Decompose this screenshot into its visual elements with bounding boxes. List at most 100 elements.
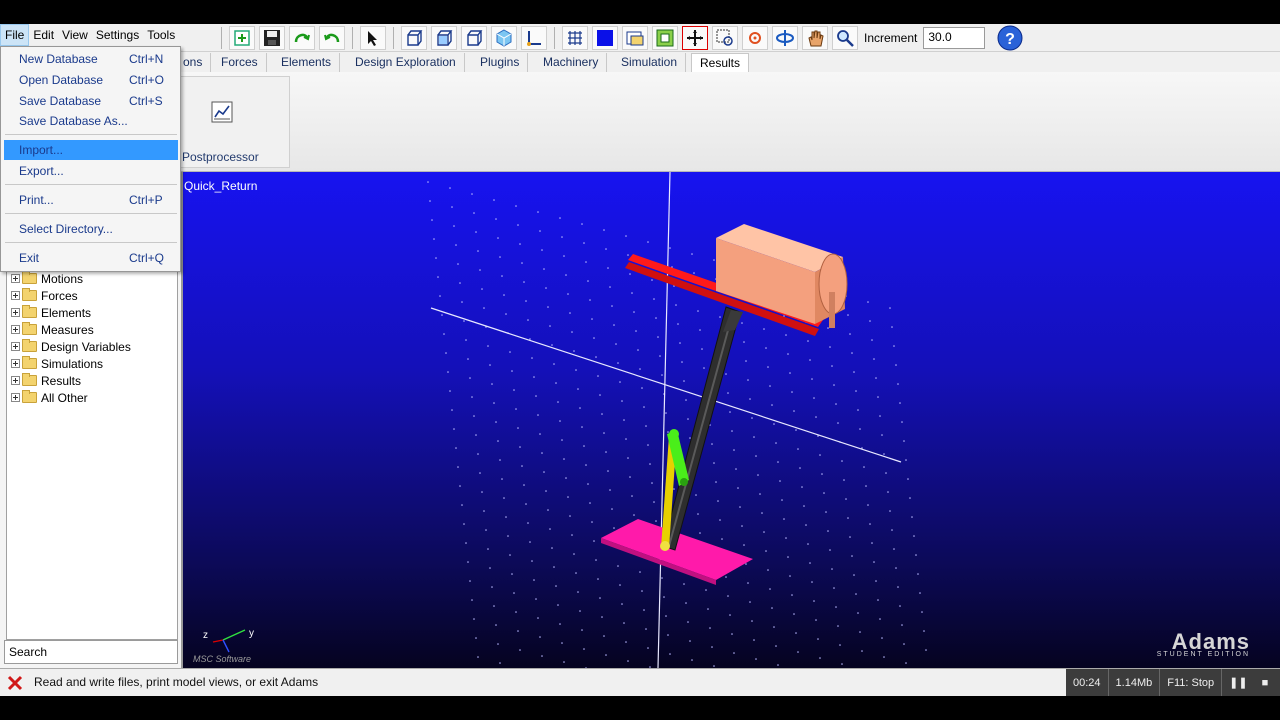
menu-tools[interactable]: Tools [143,24,179,46]
search-input[interactable]: Search [4,640,178,664]
menu-edit[interactable]: Edit [29,24,58,46]
tab-machinery[interactable]: Machinery [535,53,608,72]
ribbon-tabs: ons Forces Elements Design Exploration P… [0,52,1280,72]
expand-icon[interactable] [11,393,20,402]
grid-dot [743,544,745,546]
tab-plugins[interactable]: Plugins [472,53,529,72]
menu-item-print[interactable]: Print... Ctrl+P [4,190,178,210]
stop-icon[interactable]: ■ [1255,669,1276,697]
grid-dot [489,567,491,569]
postprocessor-chart-icon[interactable] [211,101,233,123]
grid-dot [869,523,871,525]
grid-dot [515,205,517,207]
menu-settings[interactable]: Settings [92,24,143,46]
expand-icon[interactable] [11,359,20,368]
tab-elements[interactable]: Elements [273,53,341,72]
grid-dot [499,459,501,461]
pause-icon[interactable]: ❚❚ [1222,669,1254,697]
tree-item-all-other[interactable]: All Other [11,389,88,406]
increment-field[interactable]: 30.0 [923,27,986,49]
view-right-icon[interactable] [431,26,457,50]
view-top-icon[interactable] [461,26,487,50]
expand-icon[interactable] [11,274,20,283]
pan-hand-icon[interactable] [802,26,828,50]
postprocessor-group[interactable]: Postprocessor [180,76,290,168]
grid-dot [651,482,653,484]
grid-dot [483,510,485,512]
crank-pin[interactable] [680,478,688,486]
expand-icon[interactable] [11,342,20,351]
menu-item-select-directory[interactable]: Select Directory... [4,219,178,239]
menu-view[interactable]: View [58,24,92,46]
zoom-icon[interactable] [832,26,858,50]
tree-item-measures[interactable]: Measures [11,321,94,338]
target-icon[interactable] [742,26,768,50]
grid-dot [617,362,619,364]
tree-item-elements[interactable]: Elements [11,304,91,321]
grid-dot [885,472,887,474]
expand-icon[interactable] [11,325,20,334]
expand-icon[interactable] [11,291,20,300]
expand-icon[interactable] [11,308,20,317]
toolbar-separator [393,27,394,49]
zoom-box-icon[interactable] [682,26,708,50]
render-mode-icon[interactable] [592,26,618,50]
menu-item-open-database[interactable]: Open Database Ctrl+O [4,70,178,90]
tab-results[interactable]: Results [691,53,750,72]
crank-pivot-top[interactable] [669,429,679,439]
save-icon[interactable] [259,26,285,50]
select-arrow-icon[interactable] [360,26,386,50]
tree-item-results[interactable]: Results [11,372,81,389]
menu-item-import[interactable]: Import... [4,140,178,160]
center-icon[interactable] [712,26,738,50]
tree-item-label: Design Variables [41,339,131,354]
grid-dot [575,369,577,371]
tree-item-simulations[interactable]: Simulations [11,355,103,372]
menu-item-exit[interactable]: Exit Ctrl+Q [4,248,178,268]
tab-design-exploration[interactable]: Design Exploration [347,53,465,72]
grid-dot [565,274,567,276]
grid-dot [471,396,473,398]
view-iso-icon[interactable] [491,26,517,50]
tree-item-motions[interactable]: Motions [11,270,83,287]
undo-icon[interactable] [319,26,345,50]
menu-item-save-database[interactable]: Save Database Ctrl+S [4,91,178,111]
grid-dot [877,599,879,601]
fit-icon[interactable] [652,26,678,50]
tab-forces[interactable]: Forces [213,53,267,72]
grid-dot [895,567,897,569]
3d-viewport[interactable]: z y Quick_Return MSC Software Adams STUD… [183,172,1280,668]
grid-icon[interactable] [562,26,588,50]
add-part-icon[interactable] [229,26,255,50]
grid-dot [613,324,615,326]
menu-item-save-database-as[interactable]: Save Database As... [4,111,178,131]
help-icon[interactable]: ? [995,24,1025,52]
grid-dot [889,510,891,512]
grid-dot [699,329,701,331]
axis-triad-icon[interactable] [521,26,547,50]
expand-icon[interactable] [11,376,20,385]
ground-pivot[interactable] [660,541,670,551]
grid-dot [469,580,471,582]
rotate-icon[interactable] [772,26,798,50]
redo-icon[interactable] [289,26,315,50]
tree-item-design-variables[interactable]: Design Variables [11,338,131,355]
view-front-icon[interactable] [401,26,427,50]
grid-dot [583,648,585,650]
grid-dot [559,623,561,625]
grid-dot [831,365,833,367]
grid-dot [501,275,503,277]
window-icon[interactable] [622,26,648,50]
grid-dot [605,248,607,250]
tab-simulation[interactable]: Simulation [613,53,687,72]
grid-dot [609,489,611,491]
grid-dot [785,334,787,336]
menu-item-new-database[interactable]: New Database Ctrl+N [4,49,178,69]
grid-dot [847,314,849,316]
model-scene[interactable]: z y [183,172,1280,668]
menu-file[interactable]: File [0,24,30,46]
grid-dot [573,350,575,352]
tree-item-forces[interactable]: Forces [11,287,78,304]
grid-dot [503,497,505,499]
menu-item-export[interactable]: Export... [4,161,178,181]
